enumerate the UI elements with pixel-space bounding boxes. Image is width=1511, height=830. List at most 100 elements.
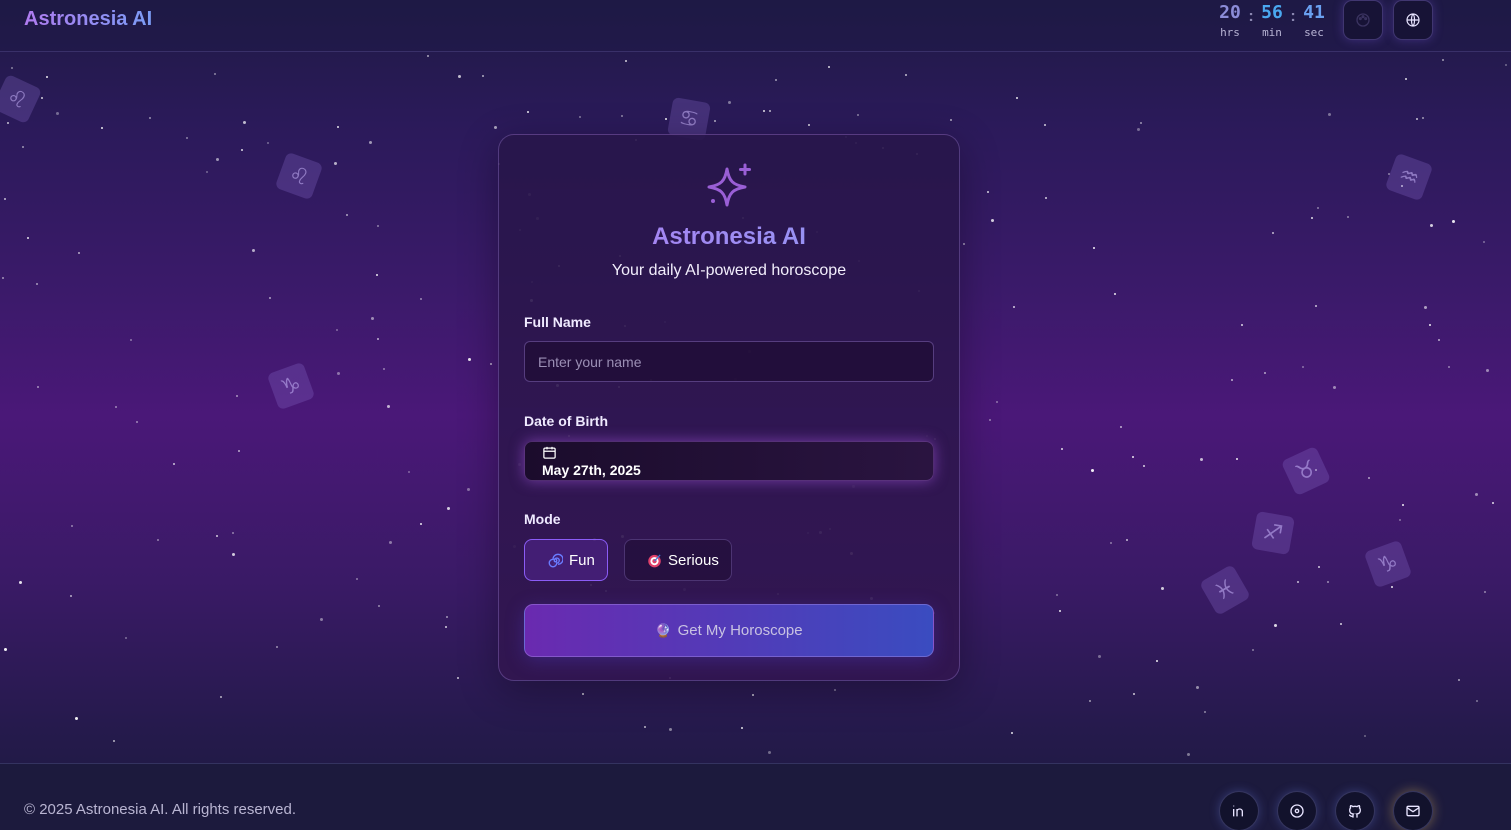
star	[337, 126, 339, 128]
clock-minutes-value: 56	[1261, 2, 1283, 23]
star	[1340, 623, 1342, 625]
star	[857, 114, 859, 116]
get-horoscope-button[interactable]: 🔮 Get My Horoscope	[524, 604, 934, 657]
star	[1098, 655, 1101, 658]
star	[22, 146, 24, 148]
full-name-input[interactable]	[524, 341, 934, 382]
star	[752, 694, 754, 696]
clock-hours: 20 hrs	[1212, 2, 1248, 39]
star	[1126, 539, 1128, 541]
star	[36, 283, 38, 285]
linkedin-link[interactable]	[1219, 791, 1259, 830]
star	[1302, 366, 1304, 368]
mode-serious-button[interactable]: Serious	[624, 539, 732, 581]
clock-seconds-value: 41	[1303, 2, 1325, 23]
disc-link[interactable]	[1277, 791, 1317, 830]
star	[232, 532, 234, 534]
star	[334, 162, 337, 165]
card-title: Astronesia AI	[499, 223, 959, 251]
star	[1196, 686, 1199, 689]
get-horoscope-label: Get My Horoscope	[677, 622, 803, 639]
zodiac-tile: ♐	[1250, 510, 1296, 556]
mode-serious-label: Serious	[668, 551, 719, 569]
star	[252, 249, 255, 252]
star	[834, 689, 836, 691]
star	[1236, 458, 1238, 460]
star	[356, 578, 358, 580]
github-link[interactable]	[1335, 791, 1375, 830]
star	[828, 66, 830, 68]
date-of-birth-value: May 27th, 2025	[542, 462, 641, 478]
star	[1045, 197, 1047, 199]
clock-hours-value: 20	[1219, 2, 1241, 23]
star	[383, 368, 385, 370]
star	[1156, 660, 1158, 662]
mail-icon	[1406, 805, 1420, 817]
star	[4, 198, 6, 200]
calendar-icon	[543, 446, 556, 459]
star	[1422, 117, 1424, 119]
star	[1056, 594, 1058, 596]
email-link[interactable]	[1393, 791, 1433, 830]
star	[157, 539, 159, 541]
star	[408, 471, 410, 473]
star	[1505, 64, 1507, 66]
star	[1143, 465, 1145, 467]
star	[1132, 456, 1134, 458]
star	[1416, 118, 1418, 120]
star	[1011, 732, 1013, 734]
mode-fun-label: Fun	[569, 551, 595, 569]
star	[1364, 735, 1366, 737]
star	[741, 727, 743, 729]
star	[582, 693, 584, 695]
star	[1391, 586, 1393, 588]
star	[1475, 493, 1478, 496]
star	[320, 618, 323, 621]
star	[1318, 566, 1320, 568]
star	[1274, 624, 1277, 627]
star	[216, 158, 219, 161]
star	[1241, 324, 1243, 326]
top-bar: Astronesia AI 20 hrs : 56 min : 41 sec	[0, 0, 1511, 52]
star	[220, 696, 222, 698]
star	[905, 74, 907, 76]
clock-minutes: 56 min	[1254, 2, 1290, 39]
zodiac-tile: ♌	[274, 151, 324, 201]
star	[377, 225, 379, 227]
star	[1333, 386, 1336, 389]
footer: © 2025 Astronesia AI. All rights reserve…	[0, 763, 1511, 830]
language-button[interactable]	[1393, 0, 1433, 40]
star	[41, 97, 43, 99]
brand-logo[interactable]: Astronesia AI	[24, 8, 152, 31]
star	[1483, 241, 1485, 243]
star	[490, 363, 492, 365]
star	[1089, 700, 1091, 702]
zodiac-tile: ♓	[1199, 564, 1251, 616]
star	[420, 298, 422, 300]
star	[7, 122, 9, 124]
star	[1252, 649, 1254, 651]
star	[243, 121, 246, 124]
star	[1204, 711, 1206, 713]
dob-label: Date of Birth	[524, 413, 608, 429]
star	[768, 751, 771, 754]
date-of-birth-picker[interactable]: May 27th, 2025	[524, 441, 934, 481]
star	[241, 149, 243, 151]
star	[206, 171, 208, 173]
star	[457, 677, 459, 679]
star	[1091, 469, 1094, 472]
star	[1114, 293, 1116, 295]
star	[644, 726, 646, 728]
star	[527, 111, 529, 113]
star	[78, 252, 80, 254]
globe-icon	[1406, 13, 1420, 27]
star	[377, 338, 379, 340]
star	[371, 317, 374, 320]
mode-fun-button[interactable]: Fun	[524, 539, 608, 581]
star	[1093, 247, 1095, 249]
star	[267, 142, 269, 144]
star	[369, 141, 372, 144]
theme-button[interactable]	[1343, 0, 1383, 40]
star	[101, 127, 103, 129]
star	[378, 605, 380, 607]
